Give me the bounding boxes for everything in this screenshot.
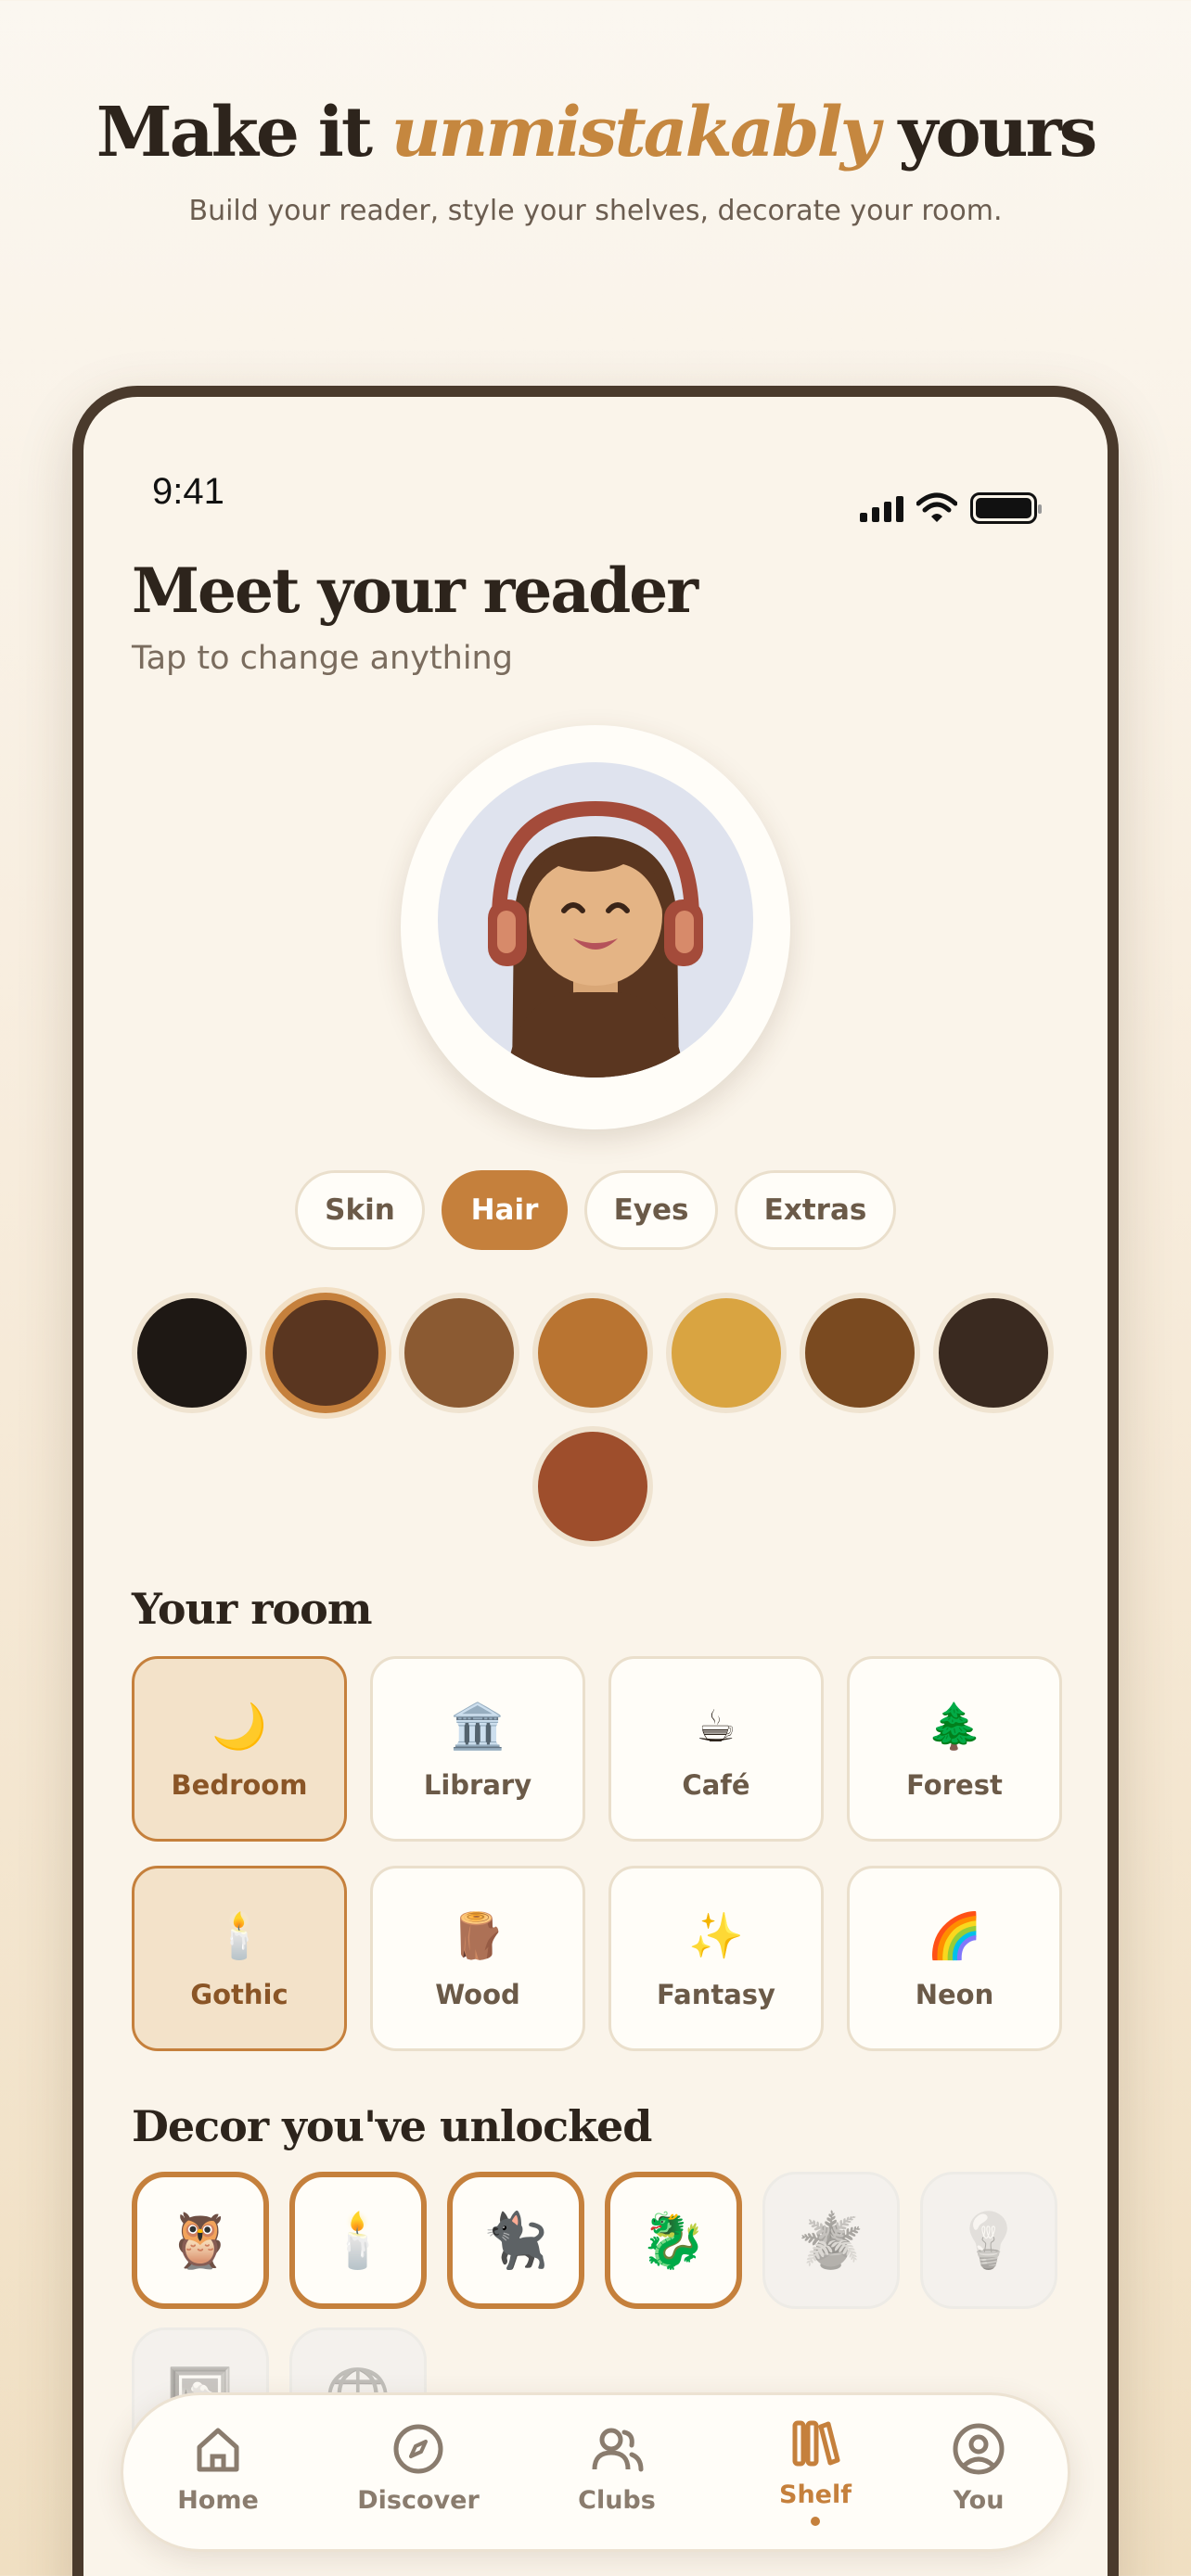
home-icon: [197, 2428, 239, 2472]
hair-color-swatch[interactable]: [399, 1293, 519, 1413]
hair-color-swatch[interactable]: [532, 1426, 653, 1547]
reader-avatar-illustration: [488, 800, 703, 1078]
nav-you-label: You: [953, 2486, 1005, 2515]
room-option-bedroom[interactable]: 🌙 Bedroom: [132, 1656, 347, 1842]
room-option-neon[interactable]: 🌈 Neon: [847, 1866, 1062, 2051]
hair-color-swatch[interactable]: [666, 1293, 787, 1413]
tab-eyes[interactable]: Eyes: [584, 1170, 718, 1250]
nav-shelf[interactable]: Shelf: [732, 2416, 899, 2526]
room-label: Library: [423, 1769, 532, 1801]
room-icon: 🏛️: [450, 1701, 506, 1753]
room-icon: 🪵: [450, 1910, 506, 1962]
room-icon: 🌲: [927, 1701, 982, 1753]
hair-color-swatch[interactable]: [265, 1293, 386, 1413]
decor-item-cat[interactable]: 🐈‍⬛: [447, 2172, 584, 2309]
hero-subtitle: Build your reader, style your shelves, d…: [188, 195, 1003, 227]
bottom-nav: Home Discover Clubs Shelf You: [121, 2392, 1070, 2552]
status-time: 9:41: [152, 471, 224, 512]
hero-title-end: yours: [877, 93, 1097, 172]
decor-item-candle[interactable]: 🕯️: [289, 2172, 427, 2309]
signal-icon: [860, 494, 903, 522]
hair-color-swatch[interactable]: [132, 1293, 252, 1413]
room-label: Neon: [915, 1979, 994, 2010]
decor-item-plant[interactable]: 🪴: [762, 2172, 900, 2309]
tab-extras[interactable]: Extras: [735, 1170, 896, 1250]
room-icon: 🌈: [927, 1910, 982, 1962]
tab-hair[interactable]: Hair: [442, 1170, 568, 1250]
hero-title-accent: unmistakably: [391, 93, 880, 172]
avatar[interactable]: [401, 725, 790, 1129]
hero-title-start: Make it: [96, 93, 391, 172]
room-icon: ☕: [696, 1701, 736, 1753]
screen-subtitle: Tap to change anything: [132, 640, 513, 677]
room-option-fantasy[interactable]: ✨ Fantasy: [608, 1866, 824, 2051]
room-label: Gothic: [190, 1979, 288, 2010]
battery-icon: [970, 492, 1042, 524]
room-option-gothic[interactable]: 🕯️ Gothic: [132, 1866, 347, 2051]
screen-title: Meet your reader: [132, 555, 698, 627]
shelf-icon: [792, 2420, 840, 2467]
avatar-portrait: [438, 762, 753, 1078]
room-label: Café: [682, 1769, 750, 1801]
nav-home[interactable]: Home: [134, 2421, 301, 2515]
profile-icon: [953, 2423, 1005, 2475]
decor-section-title: Decor you've unlocked: [132, 2101, 652, 2151]
room-icon: ✨: [688, 1910, 744, 1962]
decor-item-owl[interactable]: 🦉: [132, 2172, 269, 2309]
tab-skin[interactable]: Skin: [295, 1170, 425, 1250]
active-indicator: [811, 2517, 820, 2526]
room-label: Forest: [906, 1769, 1003, 1801]
room-label: Fantasy: [657, 1979, 775, 2010]
decor-item-dragon[interactable]: 🐉: [605, 2172, 742, 2309]
room-section-title: Your room: [132, 1584, 372, 1634]
hair-color-swatch[interactable]: [933, 1293, 1054, 1413]
status-icons: [860, 490, 1042, 527]
nav-home-label: Home: [177, 2486, 259, 2515]
room-option-forest[interactable]: 🌲 Forest: [847, 1656, 1062, 1842]
nav-clubs[interactable]: Clubs: [533, 2421, 700, 2515]
room-label: Bedroom: [171, 1769, 308, 1801]
hero-title: Make it unmistakably yours: [0, 93, 1191, 172]
wifi-icon: [916, 492, 957, 522]
hair-color-swatch[interactable]: [532, 1293, 653, 1413]
nav-discover[interactable]: Discover: [335, 2421, 502, 2515]
nav-discover-label: Discover: [357, 2486, 480, 2515]
room-option-cafe[interactable]: ☕ Café: [608, 1656, 824, 1842]
avatar-tabs: Skin Hair Eyes Extras: [83, 1170, 1108, 1250]
room-label: Wood: [435, 1979, 520, 2010]
room-icon: 🌙: [211, 1701, 267, 1753]
users-icon: [592, 2428, 644, 2472]
hair-color-swatch[interactable]: [800, 1293, 920, 1413]
room-icon: 🕯️: [211, 1910, 267, 1962]
room-option-wood[interactable]: 🪵 Wood: [370, 1866, 585, 2051]
nav-clubs-label: Clubs: [578, 2486, 656, 2515]
room-option-library[interactable]: 🏛️ Library: [370, 1656, 585, 1842]
phone-frame: 9:41 Meet your reader Tap to change anyt…: [72, 386, 1119, 2576]
compass-icon: [393, 2424, 443, 2474]
decor-item-bulb[interactable]: 💡: [920, 2172, 1057, 2309]
nav-you[interactable]: You: [895, 2421, 1062, 2515]
nav-shelf-label: Shelf: [779, 2480, 852, 2509]
